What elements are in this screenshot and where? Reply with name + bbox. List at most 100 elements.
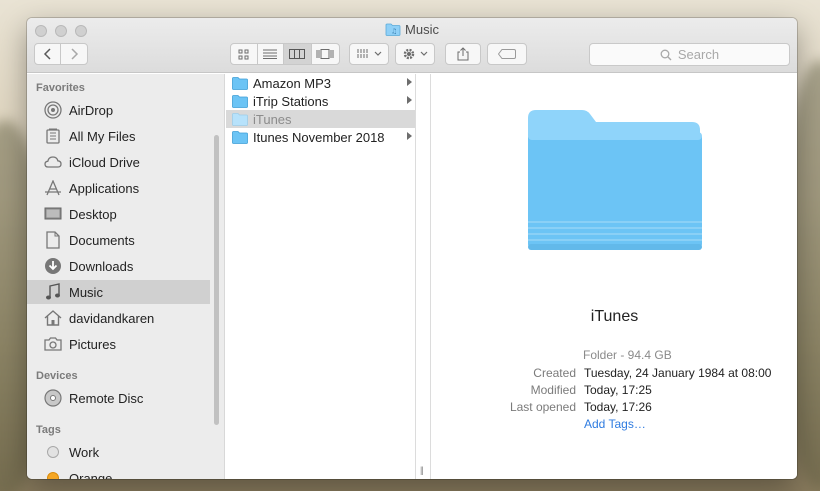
back-forward-group [34,43,88,65]
list-icon [263,49,278,59]
home-icon [44,309,62,327]
column-view-button[interactable] [284,44,312,64]
sidebar-item-desktop[interactable]: Desktop [27,202,210,226]
list-item-label: Itunes November 2018 [253,129,385,145]
cover-flow-button[interactable] [312,44,339,64]
window-title-text: Music [405,22,439,37]
folder-icon [232,130,248,144]
list-item[interactable]: iTunes [226,110,415,128]
search-placeholder: Search [677,47,720,62]
chevron-left-icon [43,48,51,60]
sidebar-item-label: All My Files [69,128,136,144]
list-item[interactable]: Amazon MP3 [226,74,415,92]
sidebar-item-label: Remote Disc [69,390,144,406]
downloads-icon [44,257,62,275]
folder-icon [232,112,248,126]
sidebar-item-label: Orange [69,470,113,480]
tag-dot-icon [44,443,62,461]
arrange-button[interactable] [349,43,389,65]
share-icon [457,47,469,61]
sidebar-item-all-my-files[interactable]: All My Files [27,124,210,148]
sidebar-item-label: Desktop [69,206,117,222]
sidebar-item-label: Music [69,284,103,300]
forward-button[interactable] [61,44,87,64]
action-button[interactable] [395,43,435,65]
disclosure-arrow-icon [407,132,412,140]
sidebar-header-favorites: Favorites [36,82,85,94]
music-icon [44,283,62,301]
list-item-label: iTrip Stations [253,93,329,109]
music-folder-icon: ♫ [385,23,401,39]
column-resize-handle[interactable]: || [420,465,424,475]
grid-icon [238,49,249,59]
sidebar-item-home[interactable]: davidandkaren [27,306,210,330]
sidebar-item-tag-orange[interactable]: Orange [27,466,210,479]
list-item[interactable]: Itunes November 2018 [226,128,415,146]
columns-icon [289,49,306,59]
modified-label: Modified [530,383,576,397]
last-opened-label: Last opened [509,400,576,414]
sidebar-header-devices: Devices [36,370,78,382]
sidebar-item-label: Downloads [69,258,134,274]
sidebar-item-remote-disc[interactable]: Remote Disc [27,386,210,410]
sidebar-item-pictures[interactable]: Pictures [27,332,210,356]
sidebar-item-applications[interactable]: Applications [27,176,210,200]
list-item[interactable]: iTrip Stations [226,92,415,110]
title-bar: ♫ Music Search [27,18,797,73]
view-mode-group [230,43,340,65]
sidebar-item-music[interactable]: Music [27,280,210,304]
chevron-down-icon [374,51,382,56]
chevron-down-icon [420,51,428,56]
search-field[interactable]: Search [589,43,790,66]
sidebar-item-label: davidandkaren [69,310,155,326]
sidebar-item-tag-work[interactable]: Work [27,440,210,464]
gear-icon [403,48,415,60]
modified-value: Today, 17:25 [584,383,652,397]
chevron-right-icon [70,48,78,60]
share-button[interactable] [445,43,481,65]
desktop-icon [44,205,62,223]
sidebar-item-label: AirDrop [69,102,114,118]
folder-icon [232,94,248,108]
svg-text:♫: ♫ [391,28,397,36]
created-value: Tuesday, 24 January 1984 at 08:00 [584,366,772,380]
list-view-button[interactable] [258,44,285,64]
sidebar-item-downloads[interactable]: Downloads [27,254,210,278]
last-opened-value: Today, 17:26 [584,400,652,414]
cover-flow-icon [316,49,334,59]
camera-icon [44,335,62,353]
list-item-label: iTunes [253,111,292,127]
disc-icon [44,389,62,407]
documents-icon [44,231,62,249]
preview-kind-size: Folder - 94.4 GB [583,348,672,362]
tag-dot-icon [44,469,62,479]
edit-tags-button[interactable] [487,43,527,65]
all-my-files-icon [44,127,62,145]
sidebar-item-label: Documents [69,232,135,248]
cloud-icon [44,153,62,171]
disclosure-arrow-icon [407,96,412,104]
icon-view-button[interactable] [231,44,258,64]
preview-title: iTunes [590,308,639,325]
empty-column [417,74,431,479]
arrange-icon [357,49,369,58]
folder-icon [232,76,248,90]
window-title: ♫ Music [27,22,797,39]
sidebar-item-label: Applications [69,180,140,196]
tag-icon [498,49,516,59]
sidebar-item-documents[interactable]: Documents [27,228,210,252]
sidebar-item-label: Pictures [69,336,116,352]
back-button[interactable] [35,44,62,64]
sidebar-item-icloud-drive[interactable]: iCloud Drive [27,150,210,174]
file-column: Amazon MP3 iTrip Stations iTunes Itunes … [226,74,416,479]
sidebar-item-airdrop[interactable]: AirDrop [27,98,210,122]
sidebar-header-tags: Tags [36,424,61,436]
list-item-label: Amazon MP3 [253,75,332,91]
airdrop-icon [44,101,62,119]
add-tags-link[interactable]: Add Tags… [584,417,646,431]
search-icon [660,49,672,60]
sidebar-item-label: iCloud Drive [69,154,140,170]
sidebar-scrollbar[interactable] [214,135,219,425]
sidebar-item-label: Work [69,444,100,460]
finder-window: ♫ Music Search Favorites AirDrop All My … [27,18,797,479]
